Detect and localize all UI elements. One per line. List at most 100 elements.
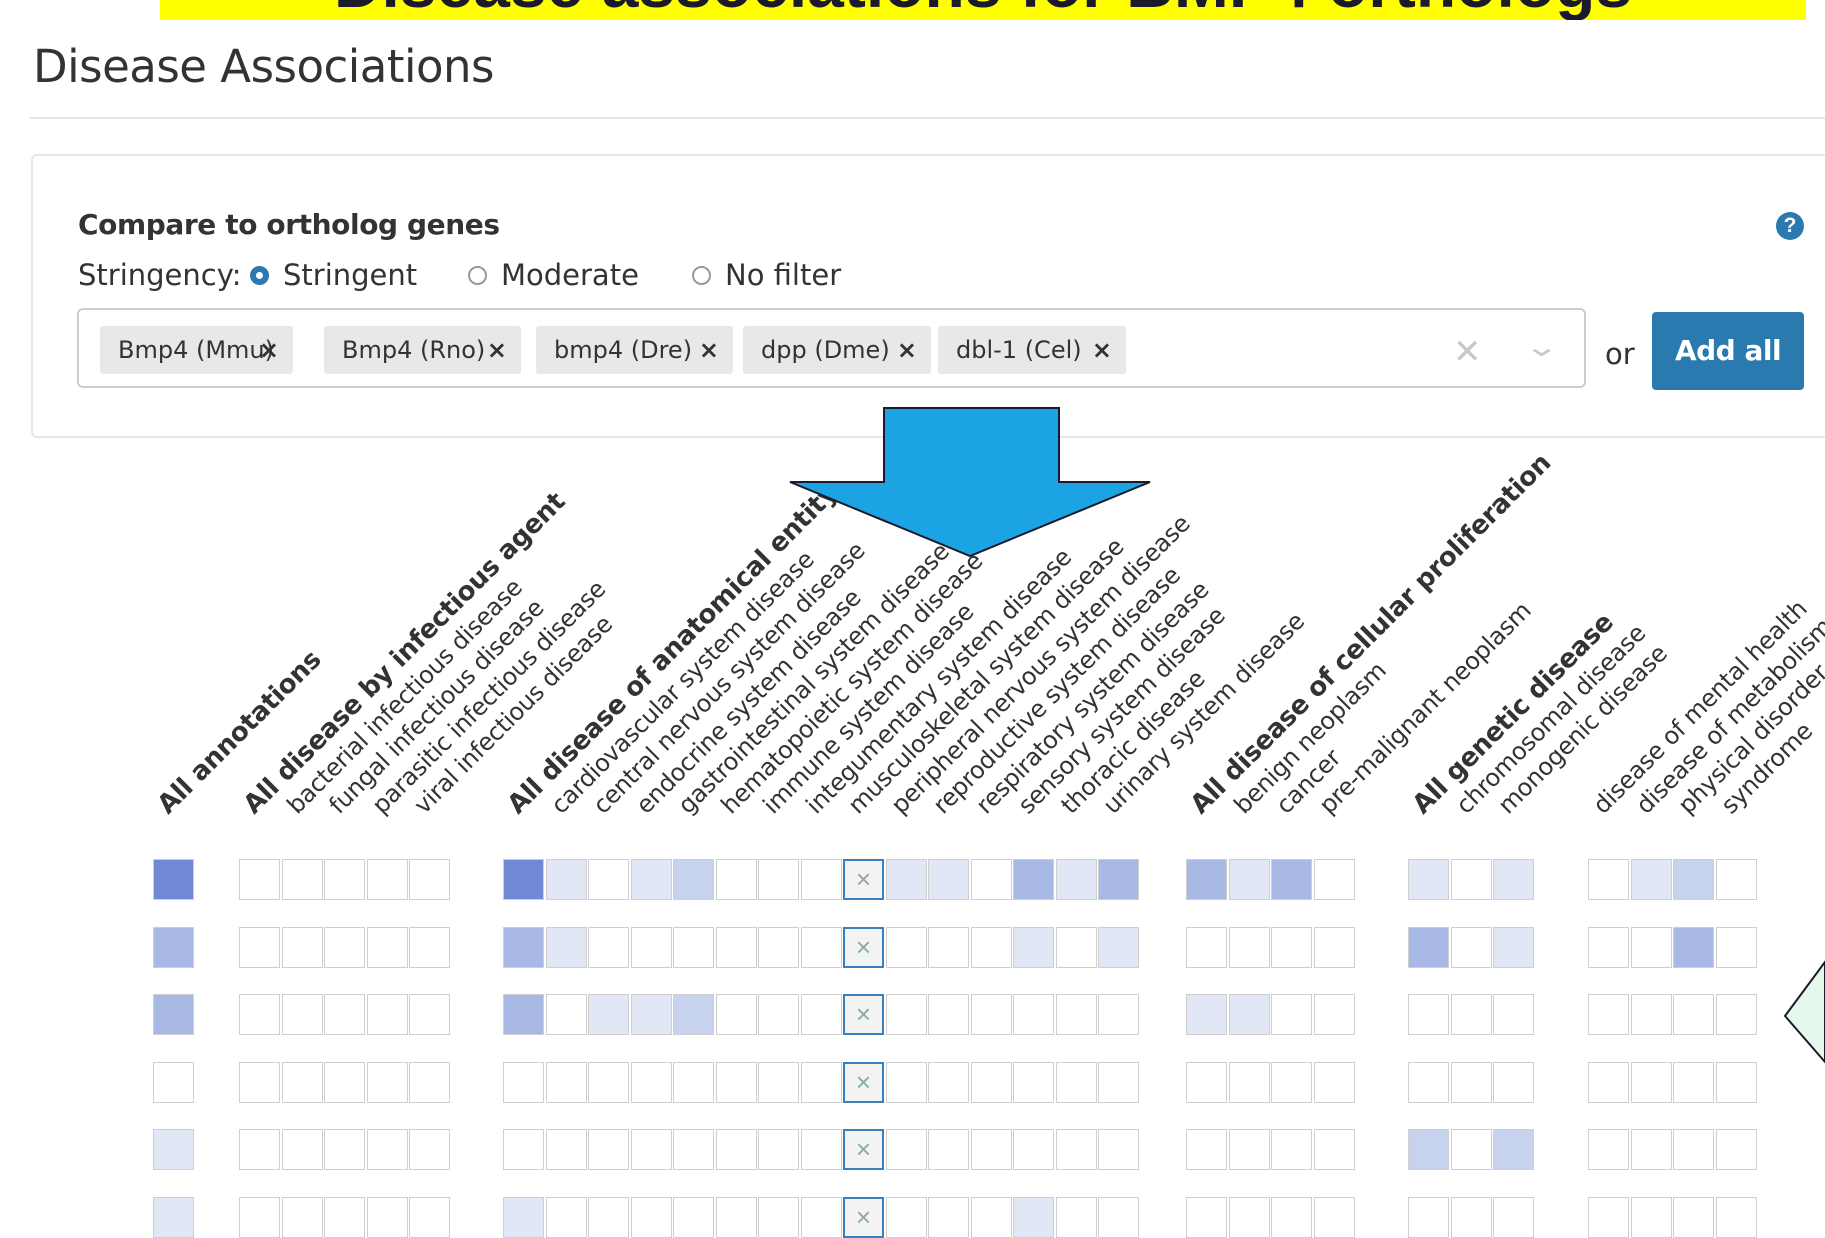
heatmap-cell[interactable] <box>545 859 587 900</box>
heatmap-cell[interactable] <box>1450 926 1492 968</box>
heatmap-cell[interactable] <box>1408 859 1449 900</box>
heatmap-cell[interactable] <box>503 1196 544 1238</box>
heatmap-cell[interactable] <box>630 859 672 900</box>
heatmap-cell[interactable] <box>715 1196 757 1238</box>
gene-chip[interactable]: Bmp4 (Rno) × <box>324 326 521 374</box>
heatmap-cell[interactable] <box>1271 1129 1312 1170</box>
heatmap-cell[interactable] <box>885 1061 927 1103</box>
heatmap-cell[interactable] <box>1673 926 1714 968</box>
heatmap-cell[interactable] <box>1055 1196 1097 1238</box>
heatmap-cell[interactable] <box>1313 926 1355 968</box>
heatmap-cell[interactable] <box>1055 1061 1097 1103</box>
radio-no-filter[interactable]: No filter <box>692 258 841 292</box>
heatmap-cell[interactable] <box>324 1061 365 1103</box>
heatmap-cell[interactable] <box>970 926 1012 968</box>
heatmap-cell[interactable] <box>715 859 757 900</box>
heatmap-cell[interactable] <box>153 926 194 968</box>
heatmap-cell[interactable] <box>1055 859 1097 900</box>
heatmap-cell[interactable] <box>1673 859 1714 900</box>
heatmap-cell[interactable] <box>503 1061 544 1103</box>
heatmap-cell[interactable] <box>324 926 365 968</box>
heatmap-cell[interactable] <box>673 1196 714 1238</box>
heatmap-cell[interactable] <box>1228 1129 1270 1170</box>
heatmap-cell[interactable] <box>1055 1129 1097 1170</box>
heatmap-cell-excluded[interactable]: × <box>843 994 884 1035</box>
heatmap-cell[interactable] <box>800 859 842 900</box>
heatmap-cell[interactable] <box>366 859 408 900</box>
heatmap-cell[interactable] <box>1673 1061 1714 1103</box>
heatmap-cell[interactable] <box>366 1061 408 1103</box>
heatmap-cell[interactable] <box>1630 1061 1672 1103</box>
heatmap-cell[interactable] <box>409 1129 450 1170</box>
heatmap-cell[interactable] <box>324 859 365 900</box>
heatmap-cell[interactable] <box>153 1196 194 1238</box>
heatmap-cell[interactable] <box>1673 994 1714 1035</box>
heatmap-cell[interactable] <box>1013 1196 1054 1238</box>
heatmap-cell[interactable] <box>970 859 1012 900</box>
heatmap-cell[interactable] <box>1408 994 1449 1035</box>
heatmap-cell[interactable] <box>1186 1061 1227 1103</box>
remove-chip-icon[interactable]: × <box>487 326 507 374</box>
heatmap-cell[interactable] <box>366 1196 408 1238</box>
heatmap-cell[interactable] <box>1271 926 1312 968</box>
heatmap-cell[interactable] <box>928 994 969 1035</box>
heatmap-cell[interactable] <box>1186 994 1227 1035</box>
heatmap-cell[interactable] <box>673 1129 714 1170</box>
heatmap-cell[interactable] <box>1408 1061 1449 1103</box>
heatmap-cell[interactable] <box>1013 1129 1054 1170</box>
add-all-button[interactable]: Add all <box>1652 312 1804 390</box>
radio-moderate[interactable]: Moderate <box>468 258 639 292</box>
heatmap-cell[interactable] <box>153 859 194 900</box>
heatmap-cell[interactable] <box>1630 994 1672 1035</box>
heatmap-cell[interactable] <box>715 994 757 1035</box>
heatmap-cell[interactable] <box>1271 994 1312 1035</box>
remove-chip-icon[interactable]: × <box>259 326 279 374</box>
heatmap-cell[interactable] <box>885 1129 927 1170</box>
heatmap-cell[interactable] <box>1098 1061 1139 1103</box>
heatmap-cell[interactable] <box>1408 926 1449 968</box>
heatmap-cell[interactable] <box>1630 926 1672 968</box>
heatmap-cell[interactable] <box>800 1196 842 1238</box>
gene-chip[interactable]: dpp (Dme) × <box>743 326 931 374</box>
heatmap-cell[interactable] <box>1715 1129 1757 1170</box>
heatmap-cell[interactable] <box>970 1196 1012 1238</box>
heatmap-cell[interactable] <box>1408 1129 1449 1170</box>
heatmap-cell[interactable] <box>885 1196 927 1238</box>
heatmap-cell[interactable] <box>758 994 799 1035</box>
heatmap-cell-excluded[interactable]: × <box>843 1061 884 1103</box>
radio-checked-icon[interactable] <box>250 265 269 285</box>
heatmap-cell[interactable] <box>758 926 799 968</box>
heatmap-cell[interactable] <box>630 926 672 968</box>
heatmap-cell[interactable] <box>1228 859 1270 900</box>
heatmap-cell[interactable] <box>366 926 408 968</box>
heatmap-cell[interactable] <box>885 926 927 968</box>
heatmap-cell[interactable] <box>1493 1129 1534 1170</box>
heatmap-cell[interactable] <box>928 1061 969 1103</box>
heatmap-cell[interactable] <box>1630 1196 1672 1238</box>
heatmap-cell[interactable] <box>1673 1129 1714 1170</box>
gene-chip[interactable]: dbl-1 (Cel) × <box>938 326 1126 374</box>
heatmap-cell[interactable] <box>239 994 280 1035</box>
heatmap-cell[interactable] <box>630 1061 672 1103</box>
heatmap-cell[interactable] <box>1313 1061 1355 1103</box>
heatmap-cell[interactable] <box>1450 994 1492 1035</box>
heatmap-cell[interactable] <box>409 859 450 900</box>
heatmap-cell[interactable] <box>928 926 969 968</box>
heatmap-cell[interactable] <box>366 994 408 1035</box>
heatmap-cell[interactable] <box>1228 1061 1270 1103</box>
heatmap-cell[interactable] <box>1408 1196 1449 1238</box>
heatmap-cell[interactable] <box>1630 859 1672 900</box>
heatmap-cell[interactable] <box>545 1061 587 1103</box>
heatmap-cell[interactable] <box>1715 994 1757 1035</box>
heatmap-cell[interactable] <box>1098 1196 1139 1238</box>
heatmap-cell[interactable] <box>366 1129 408 1170</box>
heatmap-cell[interactable] <box>800 1061 842 1103</box>
heatmap-cell[interactable] <box>281 994 323 1035</box>
heatmap-cell[interactable] <box>758 1129 799 1170</box>
heatmap-cell[interactable] <box>1055 926 1097 968</box>
heatmap-cell[interactable] <box>545 994 587 1035</box>
heatmap-cell[interactable] <box>673 1061 714 1103</box>
heatmap-cell[interactable] <box>1186 1196 1227 1238</box>
heatmap-cell-excluded[interactable]: × <box>843 1129 884 1170</box>
heatmap-cell-excluded[interactable]: × <box>843 859 884 900</box>
